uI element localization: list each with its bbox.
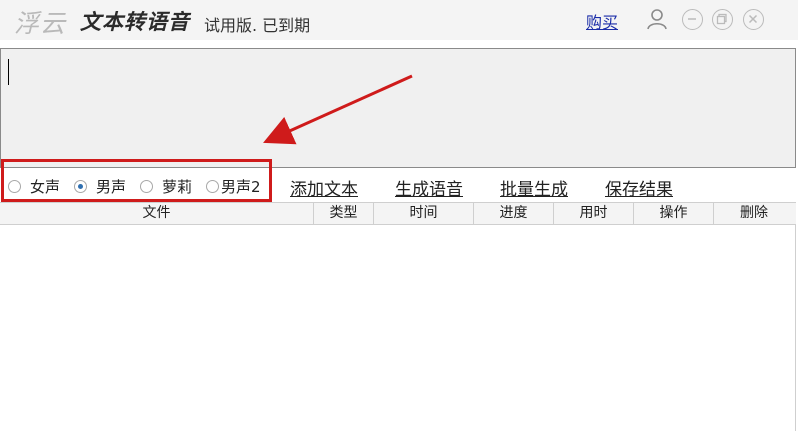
- voice-option-female[interactable]: 女声: [8, 176, 60, 197]
- column-header-time[interactable]: 时间: [374, 203, 474, 224]
- text-input-area[interactable]: [0, 48, 796, 168]
- voice-option-label: 萝莉: [162, 178, 193, 196]
- restore-icon: [716, 13, 727, 25]
- file-list[interactable]: [0, 225, 796, 431]
- column-header-operation[interactable]: 操作: [634, 203, 714, 224]
- voice-option-label: 女声: [30, 178, 61, 196]
- trial-status: 试用版. 已到期: [204, 16, 311, 35]
- voice-option-loli[interactable]: 萝莉: [140, 176, 192, 197]
- minimize-button[interactable]: [682, 9, 703, 30]
- buy-link[interactable]: 购买: [586, 9, 618, 33]
- close-button[interactable]: [743, 9, 764, 30]
- app-title: 文本转语音: [80, 10, 190, 34]
- save-result-button[interactable]: 保存结果: [605, 175, 673, 200]
- generate-speech-button[interactable]: 生成语音: [395, 175, 463, 200]
- voice-option-label: 男声2: [221, 178, 261, 196]
- column-header-progress[interactable]: 进度: [474, 203, 554, 224]
- table-header: 文件 类型 时间 进度 用时 操作 删除: [0, 202, 796, 225]
- column-header-file[interactable]: 文件: [0, 203, 314, 224]
- voice-option-label: 男声: [96, 178, 127, 196]
- text-caret: [8, 59, 9, 85]
- voice-option-male[interactable]: 男声: [74, 176, 126, 197]
- close-icon: [748, 14, 758, 24]
- radio-icon: [140, 180, 153, 193]
- batch-generate-button[interactable]: 批量生成: [500, 175, 568, 200]
- radio-icon: [206, 180, 219, 193]
- add-text-button[interactable]: 添加文本: [290, 175, 358, 200]
- column-header-type[interactable]: 类型: [314, 203, 374, 224]
- column-header-duration[interactable]: 用时: [554, 203, 634, 224]
- column-header-delete[interactable]: 删除: [714, 203, 794, 224]
- radio-icon: [74, 180, 87, 193]
- app-logo: 浮云: [14, 9, 67, 38]
- minimize-icon: [688, 18, 696, 20]
- title-bar: 浮云 文本转语音 试用版. 已到期 购买: [0, 0, 798, 40]
- voice-option-male2[interactable]: 男声2: [206, 176, 261, 197]
- user-icon[interactable]: [646, 7, 668, 31]
- radio-icon: [8, 180, 21, 193]
- restore-button[interactable]: [712, 9, 733, 30]
